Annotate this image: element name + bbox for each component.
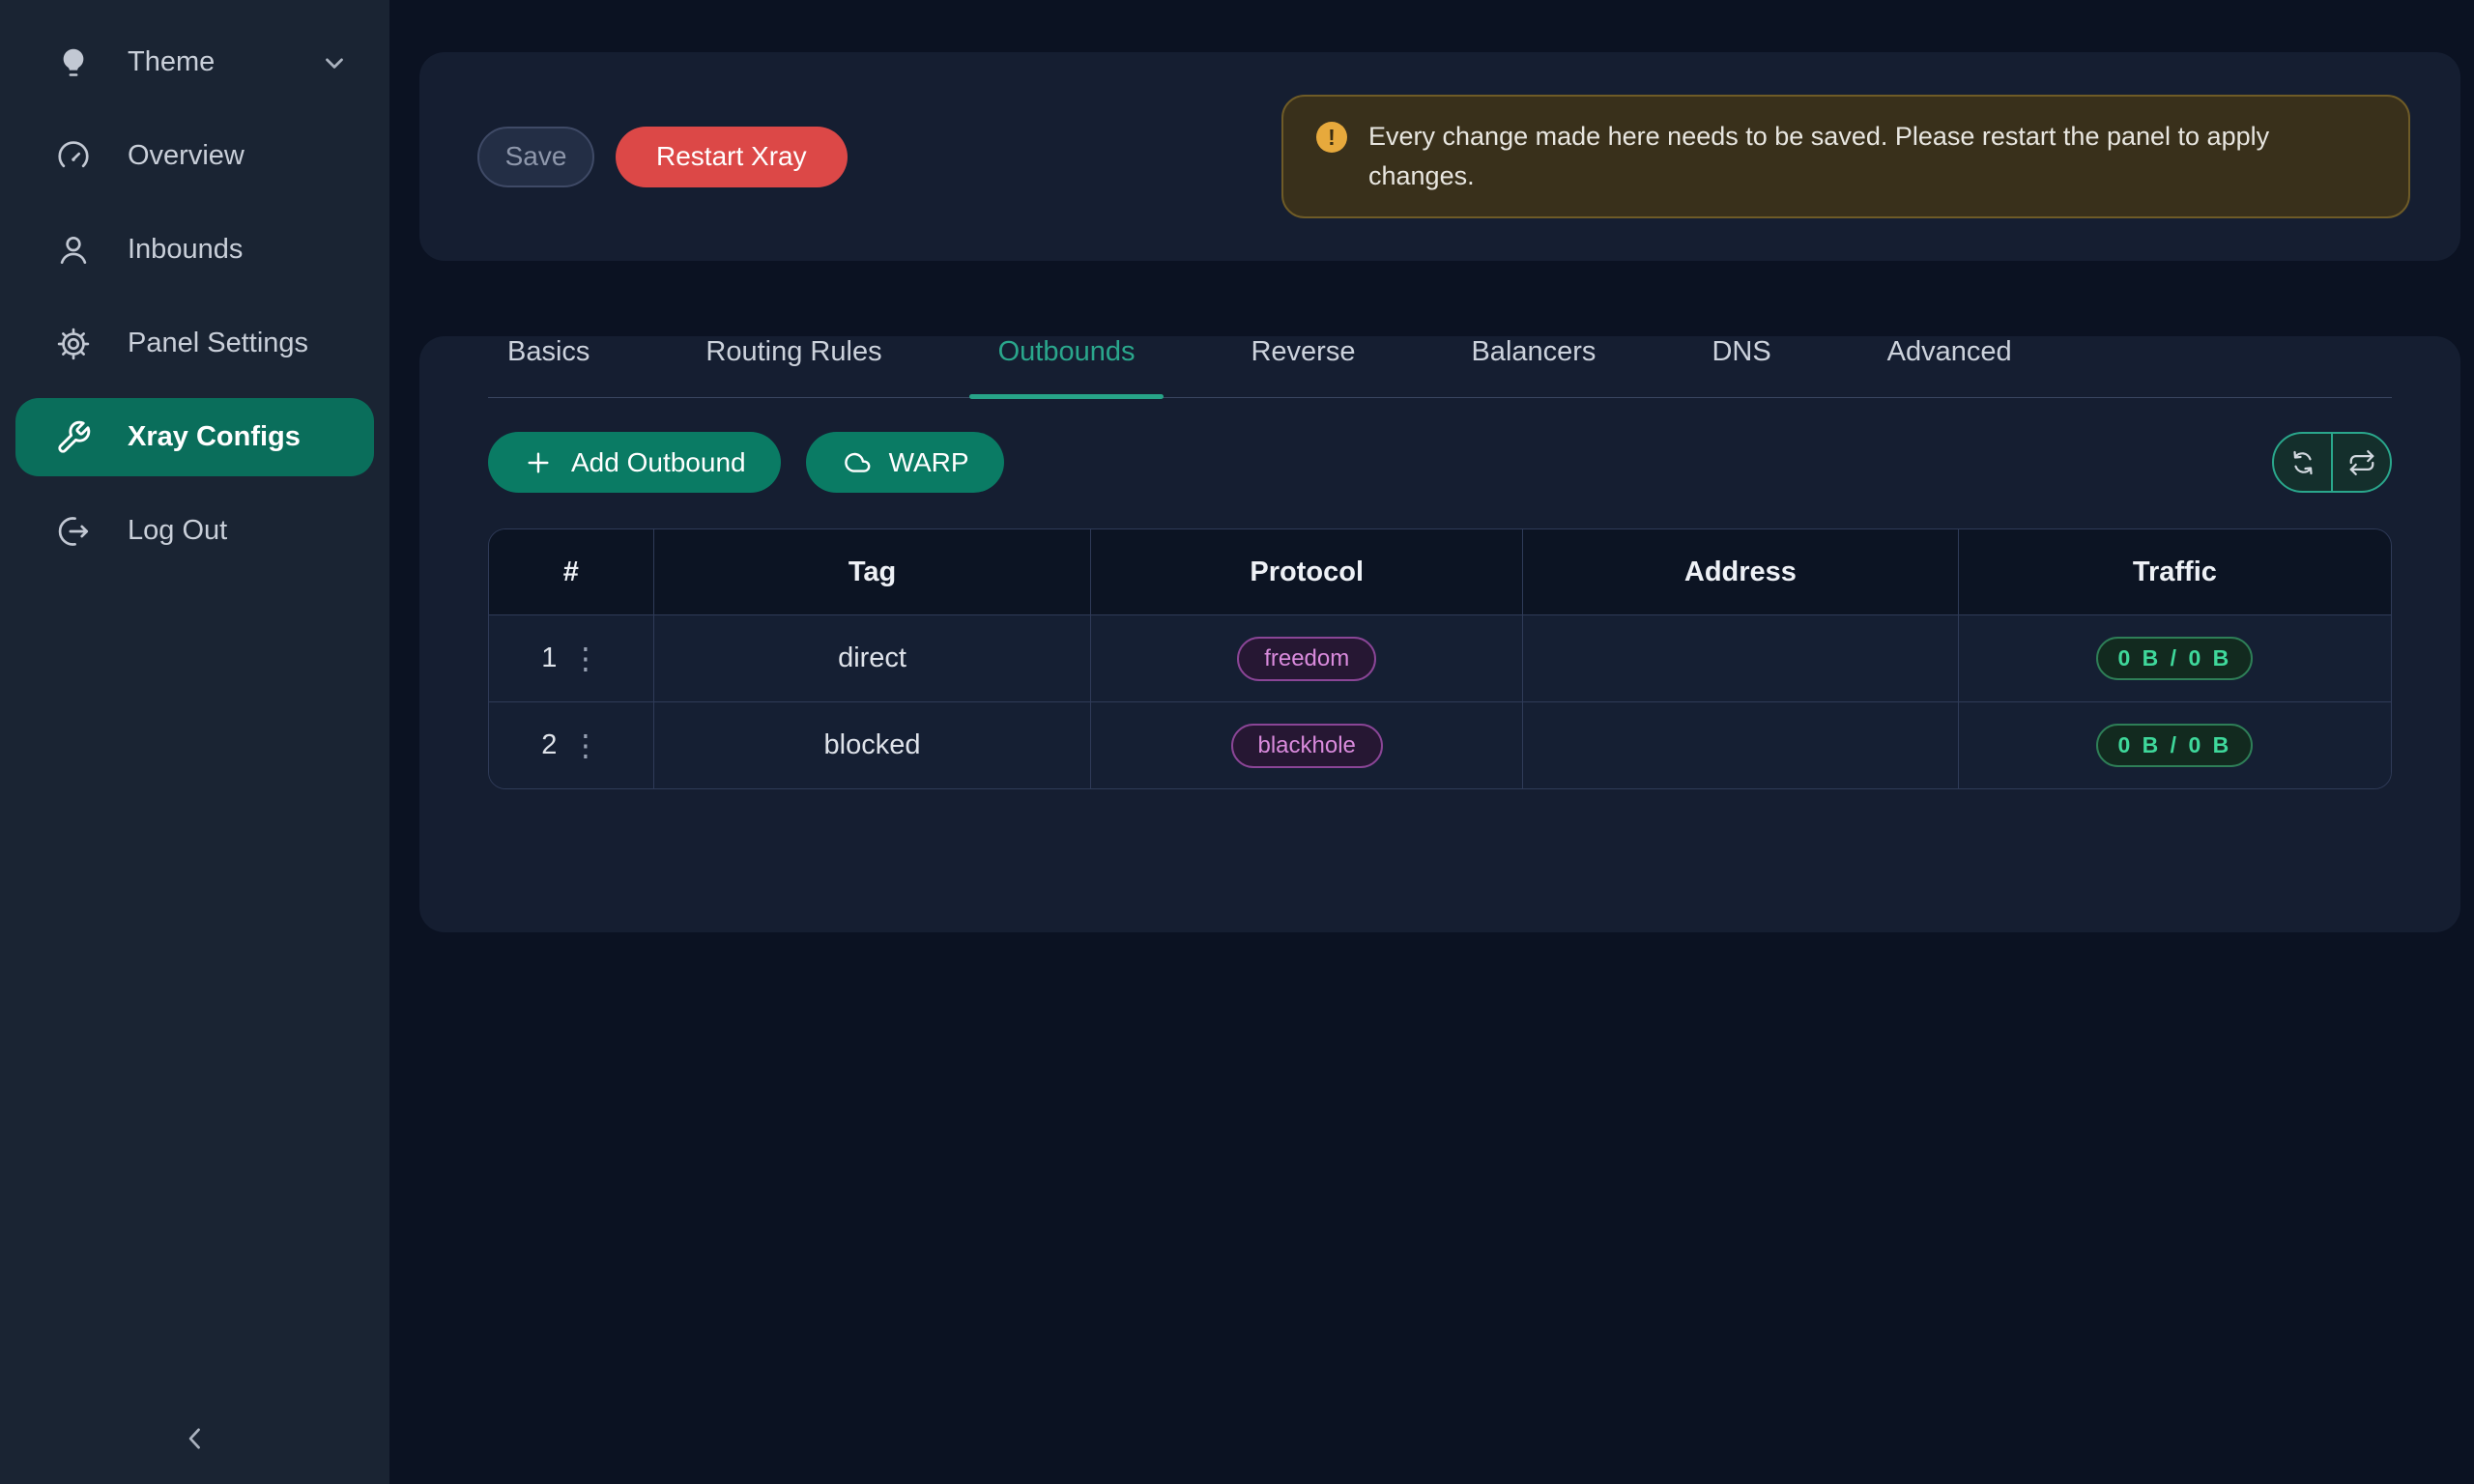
protocol-badge: blackhole [1231, 724, 1383, 768]
sidebar-collapse-button[interactable] [0, 1422, 389, 1455]
outbounds-table: # Tag Protocol Address Traffic 1 [488, 528, 2392, 789]
save-button[interactable]: Save [477, 127, 594, 187]
address-cell [1523, 615, 1959, 702]
row-menu-icon[interactable]: ⋮ [570, 730, 600, 760]
outbounds-actions-row: Add Outbound WARP [488, 432, 2392, 493]
tab-routing-rules[interactable]: Routing Rules [705, 336, 881, 397]
add-outbound-button[interactable]: Add Outbound [488, 432, 781, 493]
tab-balancers[interactable]: Balancers [1471, 336, 1596, 397]
traffic-badge: 0 B / 0 B [2096, 724, 2253, 767]
gear-icon [54, 325, 93, 363]
traffic-cell: 0 B / 0 B [1958, 702, 2391, 789]
sidebar-item-theme[interactable]: Theme [15, 23, 374, 101]
row-menu-icon[interactable]: ⋮ [570, 643, 600, 673]
tab-dns[interactable]: DNS [1712, 336, 1770, 397]
tab-reverse[interactable]: Reverse [1251, 336, 1355, 397]
plus-icon [523, 447, 554, 478]
protocol-badge: freedom [1237, 637, 1376, 681]
config-tab-bar: Basics Routing Rules Outbounds Reverse B… [488, 336, 2392, 398]
tab-basics[interactable]: Basics [507, 336, 590, 397]
traffic-cell: 0 B / 0 B [1958, 615, 2391, 702]
sync-button[interactable] [2274, 434, 2331, 491]
sidebar-item-label: Inbounds [128, 234, 243, 266]
sidebar-item-xray-configs[interactable]: Xray Configs [15, 398, 374, 476]
column-header-address: Address [1523, 529, 1959, 615]
sidebar-item-inbounds[interactable]: Inbounds [15, 211, 374, 289]
column-header-protocol: Protocol [1091, 529, 1523, 615]
tab-advanced[interactable]: Advanced [1887, 336, 2012, 397]
index-cell: 2 ⋮ [489, 702, 653, 789]
repeat-button[interactable] [2331, 434, 2390, 491]
table-row: 2 ⋮ blocked blackhole 0 B / 0 B [489, 702, 2391, 789]
sidebar-item-label: Theme [128, 46, 215, 78]
xray-config-card: Basics Routing Rules Outbounds Reverse B… [419, 336, 2460, 932]
table-header-row: # Tag Protocol Address Traffic [489, 529, 2391, 615]
xray-panel-page: Theme Overview Inbounds [0, 0, 2474, 1484]
add-outbound-label: Add Outbound [571, 447, 746, 478]
main-content: Save Restart Xray ! Every change made he… [389, 0, 2474, 1484]
column-header-index: # [489, 529, 653, 615]
cloud-icon [841, 447, 872, 478]
sidebar-item-label: Xray Configs [128, 421, 301, 453]
warp-button[interactable]: WARP [806, 432, 1004, 493]
sidebar-item-label: Overview [128, 140, 245, 172]
warning-icon: ! [1316, 122, 1347, 153]
user-icon [54, 231, 93, 270]
column-header-traffic: Traffic [1958, 529, 2391, 615]
address-cell [1523, 702, 1959, 789]
logout-icon [54, 512, 93, 551]
sidebar-item-panel-settings[interactable]: Panel Settings [15, 304, 374, 383]
traffic-badge: 0 B / 0 B [2096, 637, 2253, 680]
protocol-cell: blackhole [1091, 702, 1523, 789]
alert-text: Every change made here needs to be saved… [1368, 117, 2375, 196]
column-header-tag: Tag [653, 529, 1091, 615]
protocol-cell: freedom [1091, 615, 1523, 702]
gauge-icon [54, 137, 93, 176]
index-cell: 1 ⋮ [489, 615, 653, 702]
sidebar-item-label: Panel Settings [128, 328, 308, 359]
chevron-down-icon [320, 48, 349, 77]
tab-outbounds[interactable]: Outbounds [998, 336, 1136, 397]
tag-cell: direct [653, 615, 1091, 702]
chevron-left-icon [179, 1422, 212, 1455]
row-index: 1 [541, 642, 557, 674]
wrench-icon [54, 418, 93, 457]
sidebar-item-label: Log Out [128, 515, 227, 547]
warp-label: WARP [889, 447, 969, 478]
tag-cell: blocked [653, 702, 1091, 789]
restart-warning-alert: ! Every change made here needs to be sav… [1281, 95, 2410, 218]
repeat-icon [2347, 448, 2376, 477]
refresh-button-group [2272, 432, 2392, 493]
row-index: 2 [541, 729, 557, 761]
sync-icon [2288, 448, 2317, 477]
sidebar-item-log-out[interactable]: Log Out [15, 492, 374, 570]
bulb-icon [54, 43, 93, 82]
sidebar: Theme Overview Inbounds [0, 0, 389, 1484]
table-row: 1 ⋮ direct freedom 0 B / 0 B [489, 615, 2391, 702]
save-restart-card: Save Restart Xray ! Every change made he… [419, 52, 2460, 261]
restart-xray-button[interactable]: Restart Xray [616, 127, 848, 187]
sidebar-item-overview[interactable]: Overview [15, 117, 374, 195]
